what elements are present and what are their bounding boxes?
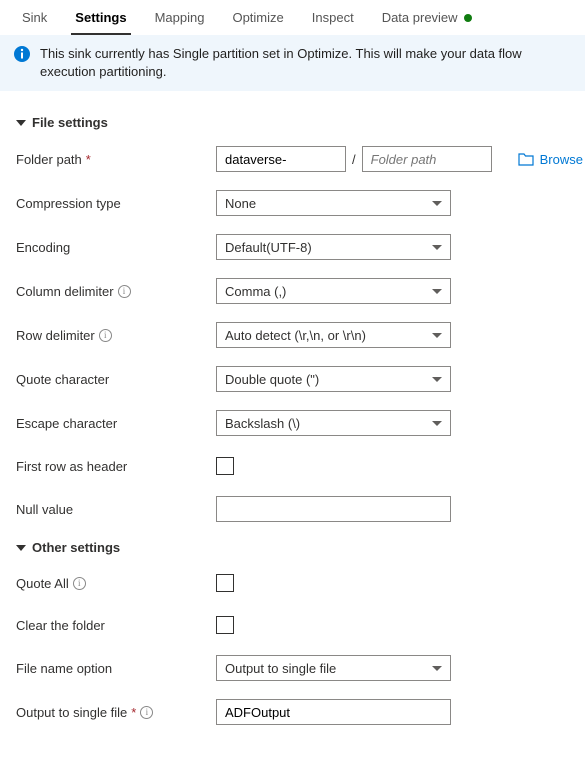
- label-encoding: Encoding: [16, 240, 216, 255]
- row-compression-type: Compression type None: [16, 190, 569, 216]
- label-column-delimiter: Column delimiter i: [16, 284, 216, 299]
- row-folder-path: Folder path* / Browse: [16, 146, 569, 172]
- info-circle-icon[interactable]: i: [73, 577, 86, 590]
- settings-content: File settings Folder path* / Browse Comp…: [0, 91, 585, 761]
- label-folder-path: Folder path*: [16, 152, 216, 167]
- tab-data-preview[interactable]: Data preview: [368, 0, 486, 35]
- tab-settings[interactable]: Settings: [61, 0, 140, 35]
- path-separator: /: [352, 152, 356, 167]
- quote-all-checkbox[interactable]: [216, 574, 234, 592]
- label-row-delimiter: Row delimiter i: [16, 328, 216, 343]
- row-escape-character: Escape character Backslash (\): [16, 410, 569, 436]
- row-output-single-file: Output to single file * i: [16, 699, 569, 725]
- info-bar: This sink currently has Single partition…: [0, 35, 585, 91]
- chevron-down-icon: [432, 421, 442, 426]
- row-quote-character: Quote character Double quote ("): [16, 366, 569, 392]
- label-escape-character: Escape character: [16, 416, 216, 431]
- tab-sink[interactable]: Sink: [8, 0, 61, 35]
- row-delimiter-select[interactable]: Auto detect (\r,\n, or \r\n): [216, 322, 451, 348]
- row-null-value: Null value: [16, 496, 569, 522]
- chevron-down-icon: [432, 245, 442, 250]
- label-compression-type: Compression type: [16, 196, 216, 211]
- label-first-row-header: First row as header: [16, 459, 216, 474]
- label-null-value: Null value: [16, 502, 216, 517]
- section-other-settings[interactable]: Other settings: [16, 540, 569, 555]
- label-file-name-option: File name option: [16, 661, 216, 676]
- browse-button[interactable]: Browse: [518, 152, 583, 167]
- encoding-select[interactable]: Default(UTF-8): [216, 234, 451, 260]
- clear-folder-checkbox[interactable]: [216, 616, 234, 634]
- folder-icon: [518, 152, 534, 166]
- label-quote-character: Quote character: [16, 372, 216, 387]
- row-encoding: Encoding Default(UTF-8): [16, 234, 569, 260]
- chevron-down-icon: [16, 545, 26, 551]
- compression-type-select[interactable]: None: [216, 190, 451, 216]
- tab-bar: Sink Settings Mapping Optimize Inspect D…: [0, 0, 585, 35]
- info-icon: [14, 46, 30, 62]
- chevron-down-icon: [432, 333, 442, 338]
- escape-character-select[interactable]: Backslash (\): [216, 410, 451, 436]
- file-name-option-select[interactable]: Output to single file: [216, 655, 451, 681]
- null-value-input[interactable]: [216, 496, 451, 522]
- tab-inspect[interactable]: Inspect: [298, 0, 368, 35]
- first-row-header-checkbox[interactable]: [216, 457, 234, 475]
- quote-character-select[interactable]: Double quote ("): [216, 366, 451, 392]
- label-quote-all: Quote All i: [16, 576, 216, 591]
- info-circle-icon[interactable]: i: [118, 285, 131, 298]
- column-delimiter-select[interactable]: Comma (,): [216, 278, 451, 304]
- info-circle-icon[interactable]: i: [99, 329, 112, 342]
- chevron-down-icon: [432, 201, 442, 206]
- folder-container-input[interactable]: [216, 146, 346, 172]
- tab-optimize[interactable]: Optimize: [218, 0, 297, 35]
- row-file-name-option: File name option Output to single file: [16, 655, 569, 681]
- row-first-row-header: First row as header: [16, 454, 569, 478]
- label-clear-folder: Clear the folder: [16, 618, 216, 633]
- row-column-delimiter: Column delimiter i Comma (,): [16, 278, 569, 304]
- tab-mapping[interactable]: Mapping: [141, 0, 219, 35]
- status-dot-icon: [464, 14, 472, 22]
- info-circle-icon[interactable]: i: [140, 706, 153, 719]
- output-single-file-input[interactable]: [216, 699, 451, 725]
- row-row-delimiter: Row delimiter i Auto detect (\r,\n, or \…: [16, 322, 569, 348]
- folder-path-input[interactable]: [362, 146, 492, 172]
- info-text: This sink currently has Single partition…: [40, 45, 571, 81]
- section-file-settings[interactable]: File settings: [16, 115, 569, 130]
- row-quote-all: Quote All i: [16, 571, 569, 595]
- chevron-down-icon: [432, 289, 442, 294]
- chevron-down-icon: [432, 666, 442, 671]
- chevron-down-icon: [16, 120, 26, 126]
- row-clear-folder: Clear the folder: [16, 613, 569, 637]
- label-output-single-file: Output to single file * i: [16, 705, 216, 720]
- chevron-down-icon: [432, 377, 442, 382]
